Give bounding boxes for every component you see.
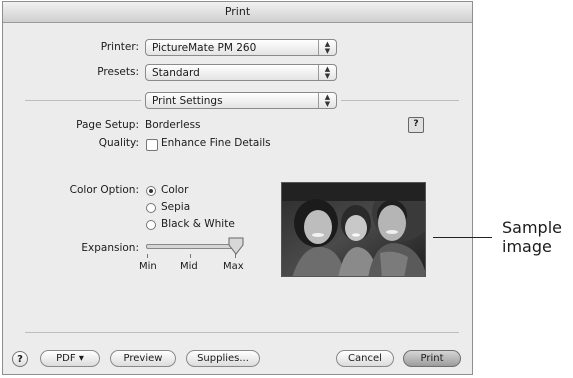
- expansion-label: Expansion:: [81, 242, 139, 254]
- tick-label-mid: Mid: [180, 261, 198, 272]
- printer-popup[interactable]: PictureMate PM 260 ▲ ▼: [145, 39, 337, 56]
- tick-mid: [190, 254, 191, 258]
- tick-label-max: Max: [223, 261, 244, 272]
- tick-max: [235, 254, 236, 258]
- sample-image: [281, 182, 426, 277]
- black-white-radio-label: Black & White: [161, 218, 235, 230]
- expansion-slider-track[interactable]: [146, 244, 240, 249]
- popup-arrows-icon: ▲ ▼: [318, 93, 336, 108]
- tick-label-min: Min: [139, 261, 157, 272]
- enhance-fine-details-checkbox[interactable]: [146, 139, 158, 151]
- presets-label: Presets:: [97, 66, 139, 78]
- presets-value: Standard: [152, 67, 200, 79]
- expansion-slider-thumb[interactable]: [227, 236, 245, 256]
- bottom-separator: [25, 332, 459, 333]
- callout-line1: Sample: [502, 218, 562, 237]
- enhance-fine-details-label: Enhance Fine Details: [161, 137, 271, 149]
- color-radio[interactable]: [146, 186, 156, 196]
- page-setup-value: Borderless: [145, 119, 201, 131]
- panel-popup[interactable]: Print Settings ▲ ▼: [145, 92, 337, 109]
- panel-value: Print Settings: [152, 95, 223, 107]
- black-white-radio[interactable]: [146, 220, 156, 230]
- print-button[interactable]: Print: [403, 350, 461, 367]
- callout-line2: image: [502, 237, 552, 256]
- pdf-menu-button[interactable]: PDF ▾: [40, 350, 100, 367]
- presets-popup[interactable]: Standard ▲ ▼: [145, 64, 337, 81]
- page-setup-label: Page Setup:: [76, 119, 139, 131]
- popup-arrows-icon: ▲ ▼: [318, 40, 336, 55]
- quality-label: Quality:: [98, 137, 139, 149]
- sepia-radio-label: Sepia: [161, 201, 191, 213]
- separator-right: [341, 100, 459, 101]
- popup-arrows-icon: ▲ ▼: [318, 65, 336, 80]
- printer-value: PictureMate PM 260: [152, 42, 257, 54]
- callout-line: [433, 237, 492, 238]
- cancel-button[interactable]: Cancel: [336, 350, 394, 367]
- preview-button[interactable]: Preview: [110, 350, 176, 367]
- tick-min: [147, 254, 148, 258]
- separator-left: [25, 100, 141, 101]
- dialog-title: Print: [3, 2, 472, 23]
- color-radio-label: Color: [161, 184, 189, 196]
- supplies-button[interactable]: Supplies...: [186, 350, 260, 367]
- sepia-radio[interactable]: [146, 203, 156, 213]
- print-dialog: Print Printer: PictureMate PM 260 ▲ ▼ Pre…: [2, 1, 473, 375]
- help-button[interactable]: ?: [12, 351, 28, 367]
- sample-image-callout: Sample image: [502, 218, 562, 256]
- color-option-label: Color Option:: [69, 184, 139, 196]
- settings-help-icon[interactable]: ?: [408, 117, 424, 133]
- printer-label: Printer:: [100, 41, 139, 53]
